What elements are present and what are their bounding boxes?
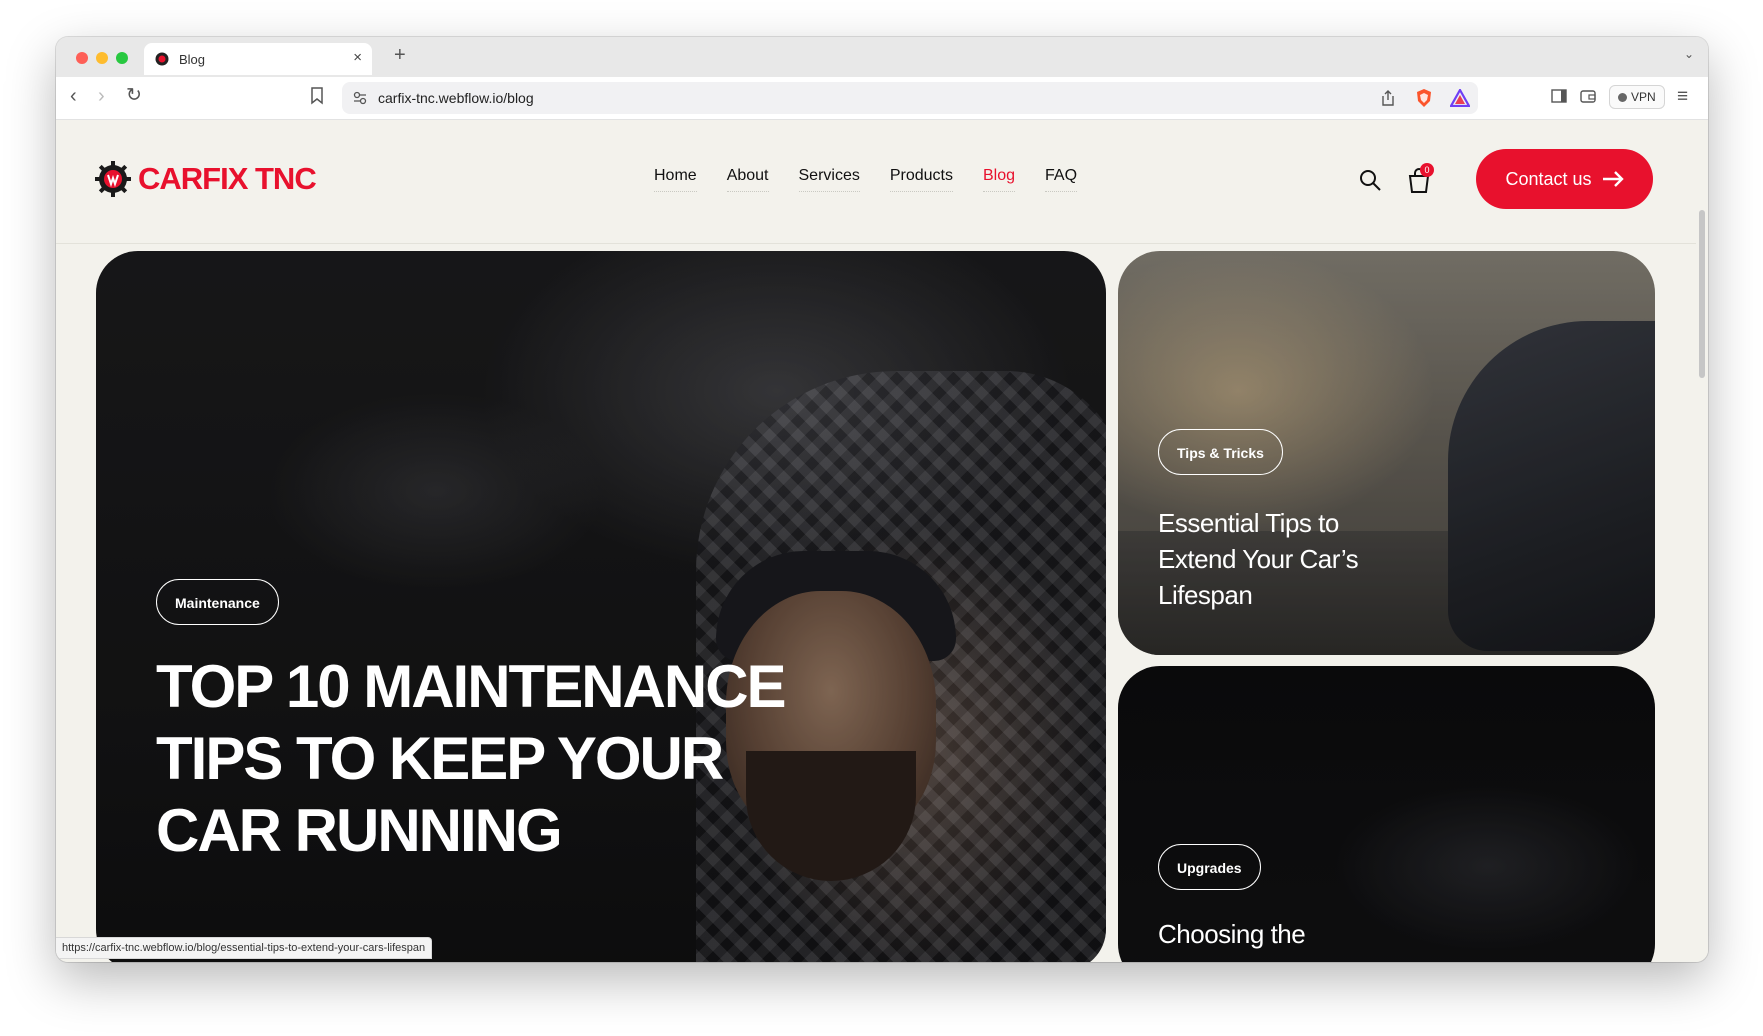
brave-shield-icon[interactable] (1414, 88, 1434, 108)
bookmark-icon[interactable] (310, 87, 324, 105)
nav-products[interactable]: Products (889, 167, 953, 192)
sidebar-toggle-icon[interactable] (1551, 89, 1567, 103)
hamburger-menu-icon[interactable]: ≡ (1677, 86, 1688, 108)
vpn-button[interactable]: VPN (1609, 85, 1665, 109)
search-icon[interactable] (1358, 168, 1382, 192)
scrollbar-thumb[interactable] (1699, 210, 1705, 378)
contact-us-label: Contact us (1505, 168, 1592, 189)
nav-about[interactable]: About (726, 167, 769, 192)
featured-post-title[interactable]: TOP 10 MAINTENANCE TIPS TO KEEP YOUR CAR… (156, 651, 796, 867)
post-card[interactable]: Tips & Tricks Essential Tips to Extend Y… (1118, 251, 1655, 655)
page-content: CARFIX TNC Home About Services Products … (56, 120, 1696, 962)
forward-icon[interactable]: › (98, 86, 105, 106)
contact-us-button[interactable]: Contact us (1476, 149, 1653, 209)
window-close-button[interactable] (76, 52, 88, 64)
cart-count-badge: 0 (1420, 163, 1434, 177)
nav-services[interactable]: Services (798, 167, 860, 192)
category-tag[interactable]: Maintenance (156, 579, 279, 625)
status-bar-url: https://carfix-tnc.webflow.io/blog/essen… (56, 937, 433, 959)
wallet-icon[interactable] (1580, 89, 1596, 103)
share-icon[interactable] (1380, 89, 1396, 107)
arrow-right-icon (1602, 171, 1624, 187)
vpn-label: VPN (1631, 90, 1656, 104)
logo-wordmark[interactable]: CARFIX TNC (138, 161, 317, 197)
main-nav: Home About Services Products Blog FAQ (654, 167, 1107, 192)
window-maximize-button[interactable] (116, 52, 128, 64)
gear-logo-icon[interactable] (94, 160, 132, 198)
rewards-icon[interactable] (1450, 89, 1470, 107)
nav-faq[interactable]: FAQ (1045, 167, 1078, 192)
scrollbar[interactable] (1696, 120, 1708, 962)
chevron-down-icon[interactable]: ⌄ (1684, 47, 1694, 61)
window-minimize-button[interactable] (96, 52, 108, 64)
url-text: carfix-tnc.webflow.io/blog (378, 90, 534, 106)
tab-blog[interactable]: Blog × (144, 43, 372, 75)
featured-post-card[interactable]: Maintenance TOP 10 MAINTENANCE TIPS TO K… (96, 251, 1106, 962)
post-title[interactable]: Essential Tips to Extend Your Car’s Life… (1158, 505, 1418, 613)
new-tab-button[interactable]: + (394, 44, 406, 67)
post-card[interactable]: Upgrades Choosing the (1118, 666, 1655, 962)
category-tag[interactable]: Tips & Tricks (1158, 429, 1283, 475)
tab-title: Blog (179, 52, 206, 67)
tab-close-icon[interactable]: × (353, 49, 362, 66)
site-settings-icon[interactable] (352, 90, 368, 106)
post-title[interactable]: Choosing the (1158, 916, 1458, 952)
category-tag[interactable]: Upgrades (1158, 844, 1261, 890)
back-icon[interactable]: ‹ (70, 86, 77, 106)
vpn-status-icon (1618, 93, 1627, 102)
favicon-icon (155, 52, 169, 66)
site-header: CARFIX TNC Home About Services Products … (56, 120, 1696, 244)
browser-window: Blog × + ⌄ ‹ › ↻ carfix-tnc.webflow.io/b… (56, 37, 1708, 962)
address-bar[interactable]: carfix-tnc.webflow.io/blog (342, 82, 1478, 114)
reload-icon[interactable]: ↻ (126, 86, 142, 106)
nav-home[interactable]: Home (654, 167, 697, 192)
nav-blog[interactable]: Blog (983, 167, 1016, 192)
browser-toolbar: ‹ › ↻ carfix-tnc.webflow.io/blog VPN ≡ (56, 77, 1708, 120)
tab-bar: Blog × + ⌄ (56, 37, 1708, 77)
